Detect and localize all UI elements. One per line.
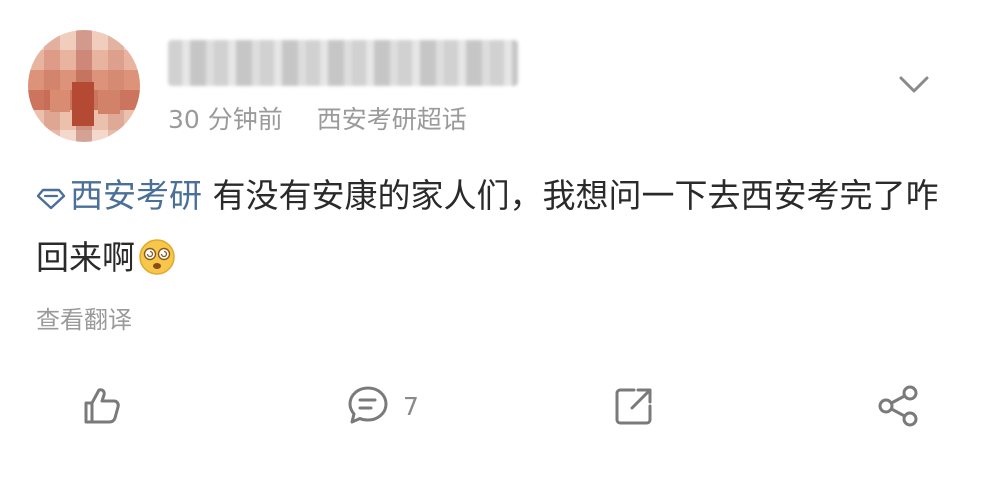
username-blurred[interactable] (168, 40, 518, 86)
post-source[interactable]: 西安考研超话 (317, 105, 467, 134)
repost-icon (615, 388, 652, 425)
comment-button[interactable]: 7 (345, 384, 419, 428)
share-button[interactable] (876, 384, 922, 428)
repost-button[interactable] (612, 384, 656, 428)
post-meta: 30 分钟前 西安考研超话 (168, 100, 467, 136)
action-bar: 7 (0, 372, 1000, 442)
avatar[interactable] (28, 30, 140, 142)
weibo-post-card: 30 分钟前 西安考研超话 西安考研 有没有安康的家人们，我想问一下去西安考完了… (0, 0, 1000, 477)
comment-count: 7 (403, 391, 419, 421)
post-content: 西安考研 有没有安康的家人们，我想问一下去西安考完了咋回来啊 (36, 165, 966, 297)
topic-diamond-icon (36, 188, 66, 210)
view-translation-link[interactable]: 查看翻译 (36, 300, 132, 335)
share-icon (878, 385, 918, 427)
topic-label: 西安考研 (70, 176, 202, 215)
topic-link[interactable]: 西安考研 (36, 176, 202, 215)
post-time: 30 分钟前 (168, 105, 283, 134)
like-button[interactable] (80, 384, 124, 428)
comment-icon (348, 386, 388, 424)
chevron-down-icon[interactable] (896, 70, 932, 98)
like-icon (84, 388, 120, 424)
dizzy-emoji-icon (137, 235, 177, 297)
